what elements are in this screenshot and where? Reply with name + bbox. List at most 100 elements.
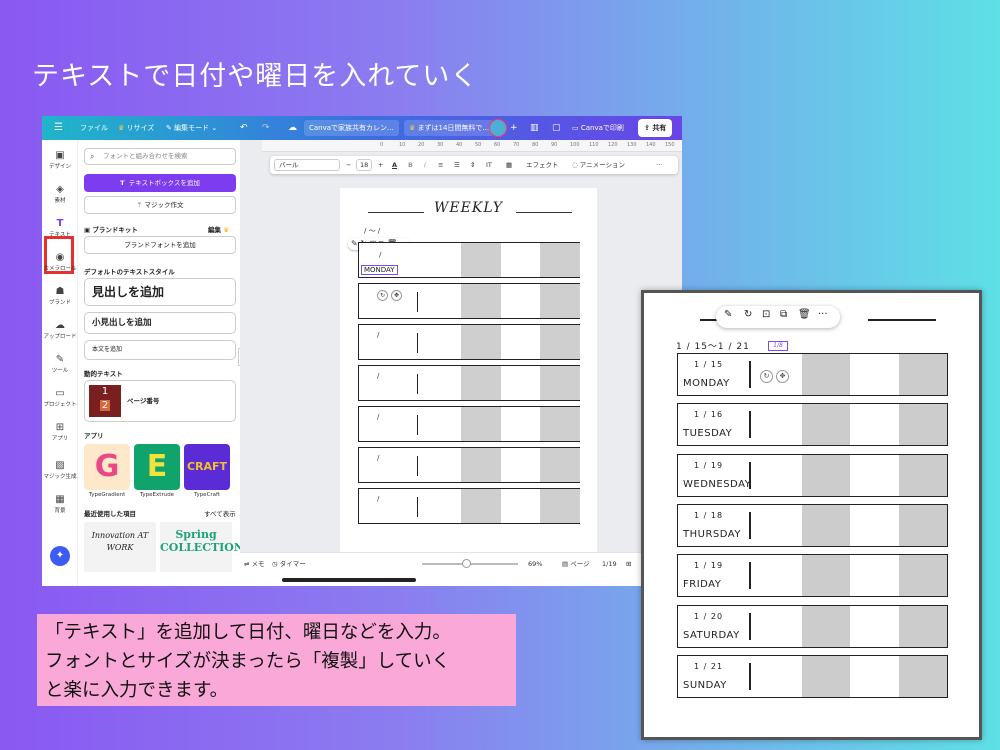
increase-size-button[interactable]: + bbox=[378, 156, 383, 174]
row-day[interactable]: WEDNESDAY bbox=[683, 479, 751, 490]
rail-item-brand[interactable]: ☗ ブランド bbox=[42, 286, 78, 306]
app-typecraft-thumb[interactable]: CRAFT bbox=[184, 444, 230, 490]
add-body-text-button[interactable]: 本文を追加 bbox=[84, 340, 236, 360]
canvas-area[interactable]: 0102030405060708090100110120130140150160… bbox=[240, 140, 682, 574]
rotate-handle-icon[interactable]: ↻ bbox=[760, 370, 773, 383]
spacing-icon[interactable]: ⇕ bbox=[470, 156, 475, 174]
day-row[interactable]: / bbox=[358, 447, 580, 483]
trial-button[interactable]: ♛ まずは14日間無料で... bbox=[404, 120, 495, 136]
selected-day-text[interactable]: MONDAY bbox=[361, 265, 398, 275]
redo-icon[interactable]: ↷ bbox=[262, 116, 270, 140]
italic-icon[interactable]: I bbox=[424, 156, 426, 174]
row-date[interactable]: 1 / 16 bbox=[694, 410, 723, 419]
row-day[interactable]: MONDAY bbox=[683, 378, 730, 389]
duplicate-icon[interactable]: ⧉ bbox=[780, 309, 787, 320]
share-button[interactable]: ⇪ 共有 bbox=[638, 119, 673, 137]
file-menu[interactable]: ファイル bbox=[80, 116, 108, 140]
rail-item-apps[interactable]: ⊞ アプリ bbox=[42, 422, 78, 442]
grid-view-icon[interactable]: ⊞ bbox=[626, 553, 631, 575]
brand-kit-edit-link[interactable]: 編集 ♛ bbox=[208, 224, 229, 234]
text-color-icon[interactable]: A bbox=[392, 156, 397, 174]
day-row[interactable]: ↻ ✥ bbox=[358, 283, 580, 319]
row-date[interactable]: 1 / 18 bbox=[694, 511, 723, 520]
day-row[interactable]: MONDAY / bbox=[358, 242, 580, 278]
rail-item-uploads[interactable]: ☁ アップロード bbox=[42, 320, 78, 340]
animate-button[interactable]: ◌ アニメーション bbox=[572, 156, 625, 174]
lock-icon[interactable]: ⊡ bbox=[762, 309, 770, 320]
magic-fab-button[interactable]: ✦ bbox=[50, 546, 70, 566]
rotate-handle-icon[interactable]: ↻ bbox=[377, 290, 388, 301]
rail-item-design[interactable]: ▣ デザイン bbox=[42, 150, 78, 170]
move-handle-icon[interactable]: ✥ bbox=[391, 290, 402, 301]
notes-button[interactable]: ⇌ メモ bbox=[244, 553, 265, 575]
undo-icon[interactable]: ↶ bbox=[240, 116, 248, 140]
add-collaborator-icon[interactable]: + bbox=[510, 116, 518, 140]
print-button[interactable]: ▭ Canvaで印刷 bbox=[572, 116, 624, 140]
rotate-icon[interactable]: ↻ bbox=[744, 309, 752, 320]
day-row[interactable]: 1 / 18 THURSDAY bbox=[677, 503, 948, 547]
rail-item-projects[interactable]: ▭ プロジェクト bbox=[42, 388, 78, 408]
day-row[interactable]: 1 / 15 MONDAY ↻ ✥ bbox=[677, 353, 948, 396]
row-date[interactable]: 1 / 19 bbox=[694, 561, 723, 570]
magic-edit-icon[interactable]: ✎ bbox=[724, 309, 732, 320]
row-date[interactable]: 1 / 20 bbox=[694, 612, 723, 621]
add-brand-fonts-button[interactable]: ブランドフォントを追加 bbox=[84, 236, 236, 254]
font-family-select[interactable]: バール bbox=[274, 159, 340, 171]
day-row[interactable]: / bbox=[358, 406, 580, 442]
day-row[interactable]: 1 / 19 FRIDAY bbox=[677, 554, 948, 598]
row-day[interactable]: THURSDAY bbox=[683, 529, 741, 540]
day-row[interactable]: 1 / 21 SUNDAY bbox=[677, 654, 948, 698]
hamburger-icon[interactable]: ☰ bbox=[54, 116, 63, 140]
font-search-input[interactable]: ⌕ フォントと組み合わせを検索 bbox=[84, 148, 236, 165]
zoom-slider-handle[interactable] bbox=[462, 559, 471, 568]
rail-item-text[interactable]: T テキスト bbox=[42, 218, 78, 238]
zoom-level[interactable]: 69% bbox=[528, 553, 542, 575]
add-subheading-button[interactable]: 小見出しを追加 bbox=[84, 312, 236, 334]
insights-icon[interactable]: ▥ bbox=[530, 116, 539, 140]
effects-button[interactable]: エフェクト bbox=[526, 156, 559, 174]
magic-write-button[interactable]: ⚚ マジック作文 bbox=[84, 196, 236, 214]
row-day[interactable]: FRIDAY bbox=[683, 579, 721, 590]
transparency-icon[interactable]: ▦ bbox=[506, 156, 512, 174]
recent-item[interactable]: Spring COLLECTION bbox=[160, 522, 244, 572]
recent-item[interactable]: Innovation AT WORK bbox=[84, 522, 156, 572]
align-icon[interactable]: ≡ bbox=[438, 156, 443, 174]
document-title[interactable]: Canvaで家族共有カレン... bbox=[304, 120, 399, 136]
page-number-card[interactable]: 12 ページ番号 bbox=[84, 380, 236, 422]
vertical-text-icon[interactable]: IT bbox=[486, 156, 492, 174]
more-options-icon[interactable]: ··· bbox=[656, 156, 662, 174]
day-row[interactable]: / bbox=[358, 365, 580, 401]
timer-button[interactable]: ◷ タイマー bbox=[272, 553, 306, 575]
day-row[interactable]: / bbox=[358, 488, 580, 524]
day-row[interactable]: 1 / 20 SATURDAY bbox=[677, 604, 948, 648]
day-row[interactable]: / bbox=[358, 324, 580, 360]
comment-icon[interactable]: ▢ bbox=[552, 116, 561, 140]
row-day[interactable]: TUESDAY bbox=[683, 428, 732, 439]
add-textbox-button[interactable]: T テキストボックスを追加 bbox=[84, 174, 236, 192]
trash-icon[interactable]: 🗑 bbox=[798, 309, 811, 320]
more-icon[interactable]: ··· bbox=[818, 309, 828, 320]
app-typeextrude-thumb[interactable]: E bbox=[134, 444, 180, 490]
bold-icon[interactable]: B bbox=[408, 156, 413, 174]
edit-mode-menu[interactable]: ✎ 編集モード ⌄ bbox=[166, 116, 217, 140]
resize-menu[interactable]: ♛ リサイズ bbox=[118, 116, 154, 140]
rail-item-elements[interactable]: ◈ 素材 bbox=[42, 184, 78, 204]
rail-item-camera-roll[interactable]: ◉ カメラロール bbox=[42, 252, 78, 272]
pages-button[interactable]: ▤ ページ bbox=[562, 553, 590, 575]
move-handle-icon[interactable]: ✥ bbox=[776, 370, 789, 383]
rail-item-magic-media[interactable]: ▨ マジック生成 bbox=[42, 460, 78, 480]
avatar[interactable] bbox=[489, 119, 507, 137]
see-all-link[interactable]: すべて表示 bbox=[204, 508, 236, 518]
rail-item-tools[interactable]: ✎ ツール bbox=[42, 354, 78, 374]
row-day[interactable]: SATURDAY bbox=[683, 630, 740, 641]
day-row[interactable]: 1 / 19 WEDNESDAY bbox=[677, 453, 948, 497]
row-date[interactable]: 1 / 19 bbox=[694, 461, 723, 470]
font-size-input[interactable]: 18 bbox=[356, 159, 373, 171]
row-day[interactable]: SUNDAY bbox=[683, 680, 727, 691]
row-date[interactable]: 1 / 15 bbox=[694, 360, 723, 369]
row-date[interactable]: 1 / 21 bbox=[694, 662, 723, 671]
magic-edit-icon[interactable]: ✎ bbox=[351, 239, 358, 248]
decrease-size-button[interactable]: − bbox=[346, 156, 351, 174]
list-icon[interactable]: ☰ bbox=[454, 156, 460, 174]
day-row[interactable]: 1 / 16 TUESDAY bbox=[677, 403, 948, 447]
